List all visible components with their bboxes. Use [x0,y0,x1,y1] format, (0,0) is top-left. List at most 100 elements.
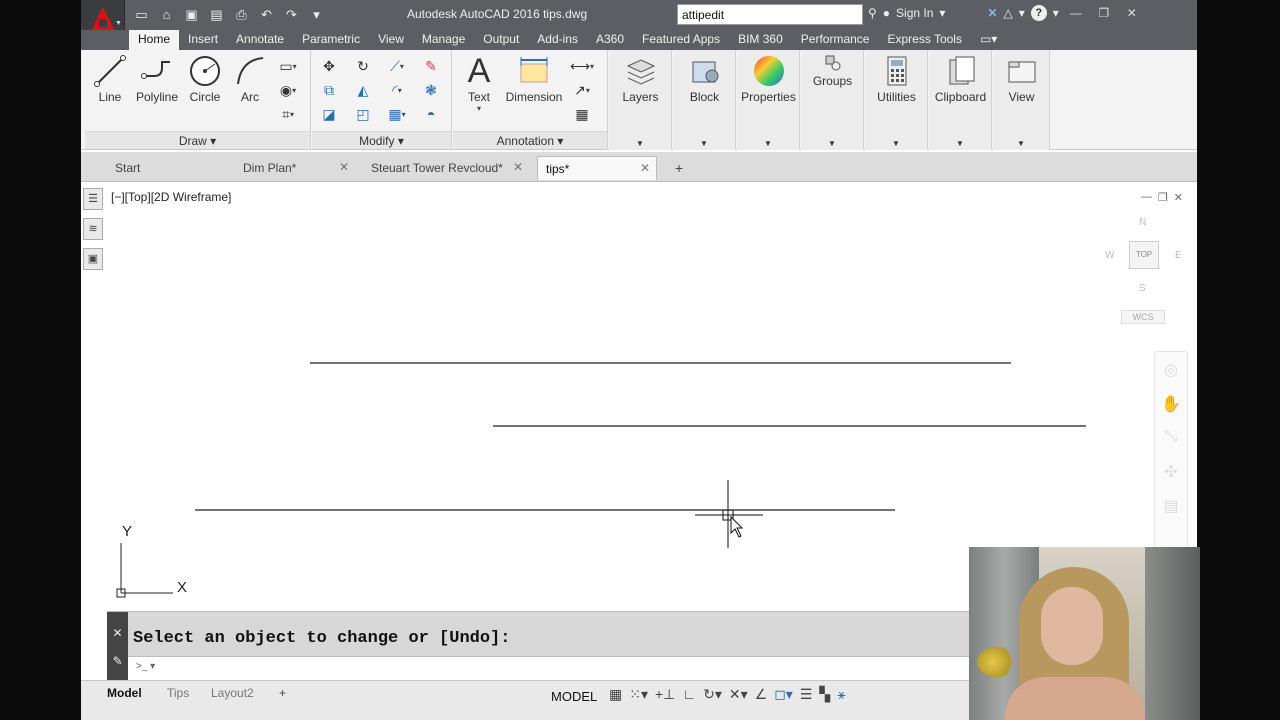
pan-icon[interactable]: ✋ [1158,394,1184,420]
rotate-icon[interactable]: ↻ [352,56,374,76]
viewcube-east[interactable]: E [1175,250,1182,261]
dropdown-icon[interactable]: ▾ [939,6,945,20]
layers-button[interactable]: Layers [609,54,672,104]
viewcube-north[interactable]: N [1139,217,1146,228]
new-file-icon[interactable]: ▭ [131,4,152,25]
copy-icon[interactable]: ⧉ [318,80,340,100]
chevron-down-icon[interactable]: ▾ [459,104,499,113]
file-tab-start[interactable]: Start [107,156,227,180]
tab-featured-apps[interactable]: Featured Apps [633,30,729,50]
plot-icon[interactable]: ⎙ [231,4,252,25]
file-tab-dim-plan[interactable]: Dim Plan* ✕ [235,156,355,180]
transparency-icon[interactable]: ▚ [819,686,830,703]
tab-manage[interactable]: Manage [413,30,474,50]
steering-wheel-icon[interactable]: ◎ [1158,360,1184,386]
erase-icon[interactable]: ✎ [420,56,442,76]
exchange-apps-icon[interactable]: ✕ [987,6,997,20]
fillet-icon[interactable]: ◜ ▾ [386,80,408,100]
osnap-icon[interactable]: ◻▾ [774,686,793,703]
polyline-button[interactable]: Polyline [129,54,185,104]
binoculars-icon[interactable]: ⚲ [868,6,877,20]
wcs-menu[interactable]: WCS [1121,310,1165,324]
trim-icon[interactable]: ⟋ ▾ [386,56,408,76]
customize-toolbar-icon[interactable]: ▾ [306,4,327,25]
zoom-extents-icon[interactable]: ⤡ [1158,428,1184,454]
groups-button[interactable]: Groups [801,54,864,88]
linear-dim-icon[interactable]: ⟷ ▾ [570,56,594,76]
infer-constraints-icon[interactable]: +⊥ [655,686,675,703]
line-button[interactable]: Line [89,54,131,104]
viewcube-south[interactable]: S [1139,283,1146,294]
chevron-down-icon[interactable]: ▼ [700,139,708,148]
showmotion-icon[interactable]: ▤ [1158,496,1184,522]
model-space-toggle[interactable]: MODEL [551,689,597,704]
leader-icon[interactable]: ↗ ▾ [571,80,593,100]
search-input[interactable]: attipedit [677,4,863,25]
arc-button[interactable]: Arc [231,54,269,104]
array-icon[interactable]: ▦ ▾ [386,104,408,124]
customize-wrench-icon[interactable]: ✎ [107,654,128,668]
close-tab-icon[interactable]: ✕ [640,161,650,175]
tab-parametric[interactable]: Parametric [293,30,369,50]
save-icon[interactable]: ▣ [181,4,202,25]
file-tab-steuart-tower[interactable]: Steuart Tower Revcloud* ✕ [363,156,529,180]
modify-panel-title[interactable]: Modify ▾ [312,131,451,149]
undo-icon[interactable]: ↶ [256,4,277,25]
text-button[interactable]: A Text ▾ [459,52,499,114]
tab-layout2[interactable]: Layout2 [205,684,260,702]
clipboard-button[interactable]: Clipboard [929,54,992,104]
tab-add-ins[interactable]: Add-ins [528,30,587,50]
maximize-icon[interactable]: ❐ [1093,6,1115,20]
autodesk-a360-icon[interactable]: △ [1004,6,1013,20]
chevron-down-icon[interactable]: ▼ [828,139,836,148]
chevron-down-icon[interactable]: ▼ [956,139,964,148]
minimize-icon[interactable]: — [1065,6,1087,20]
close-icon[interactable]: ✕ [1121,6,1143,20]
chevron-down-icon[interactable]: ▼ [764,139,772,148]
snap-icon[interactable]: ⁙▾ [629,686,648,703]
chevron-down-icon[interactable]: ▼ [1017,139,1025,148]
command-prompt-icon[interactable]: >_ ▾ [136,661,156,675]
utilities-button[interactable]: Utilities [865,54,928,104]
close-tab-icon[interactable]: ✕ [513,160,523,174]
open-file-icon[interactable]: ⌂ [156,4,177,25]
explode-icon[interactable]: ❃ [420,80,442,100]
grid-icon[interactable]: ▦ [609,686,622,703]
lineweight-icon[interactable]: ☰ [800,686,813,703]
tab-bim360[interactable]: BIM 360 [729,30,792,50]
close-icon[interactable]: ✕ [107,626,128,640]
viewcube-west[interactable]: W [1105,250,1114,261]
view-button[interactable]: View [993,54,1050,104]
dropdown-icon[interactable]: ▾ [1053,6,1059,20]
ortho-icon[interactable]: ∟ [682,686,696,703]
object-tracking-icon[interactable]: ∠ [755,686,768,703]
annotation-visibility-icon[interactable]: ⚹ [837,686,845,703]
annotation-panel-title[interactable]: Annotation ▾ [453,131,607,149]
dropdown-icon[interactable]: ▾ [1019,6,1025,20]
orbit-icon[interactable]: ✣ [1158,462,1184,488]
tab-output[interactable]: Output [474,30,528,50]
region-icon[interactable]: ⌗ ▾ [277,104,299,124]
ribbon-options-icon[interactable]: ▭▾ [971,30,1006,50]
rectangle-icon[interactable]: ▭ ▾ [277,56,299,76]
close-tab-icon[interactable]: ✕ [339,160,349,174]
dimension-button[interactable]: Dimension [501,54,567,104]
table-icon[interactable]: ▦ [571,104,593,124]
isodraft-icon[interactable]: ✕▾ [729,686,748,703]
viewcube[interactable]: N W TOP E S WCS [1103,213,1193,324]
sign-in-link[interactable]: Sign In [896,6,933,20]
viewcube-top-face[interactable]: TOP [1129,241,1159,269]
move-icon[interactable]: ✥ [318,56,340,76]
add-layout-icon[interactable]: + [273,684,292,702]
tab-insert[interactable]: Insert [179,30,227,50]
tab-model[interactable]: Model [101,684,148,702]
stretch-icon[interactable]: ◪ [318,104,340,124]
draw-panel-title[interactable]: Draw ▾ [85,131,310,149]
help-icon[interactable]: ? [1030,5,1047,21]
tab-performance[interactable]: Performance [792,30,879,50]
tab-a360[interactable]: A360 [587,30,633,50]
chevron-down-icon[interactable]: ▼ [636,139,644,148]
mirror-icon[interactable]: ◭ [352,80,374,100]
hatch-icon[interactable]: ◉ ▾ [277,80,299,100]
tab-annotate[interactable]: Annotate [227,30,293,50]
